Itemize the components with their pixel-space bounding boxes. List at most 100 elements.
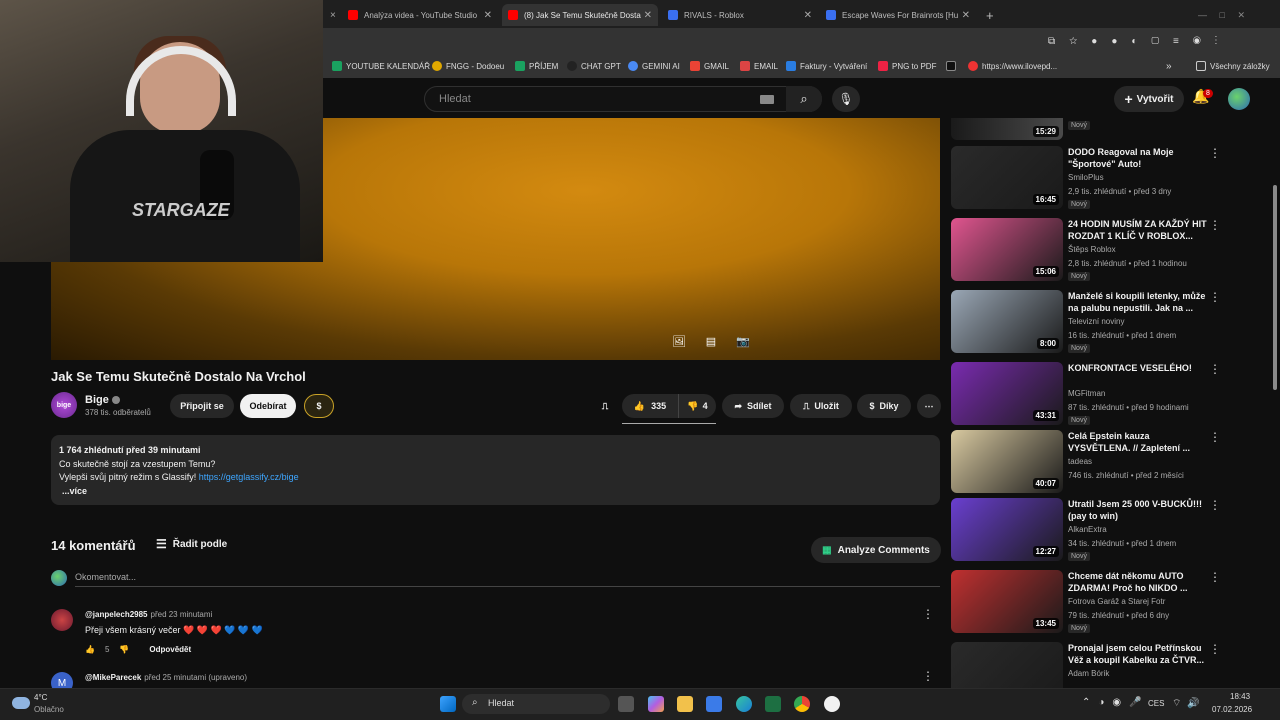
recommended-menu-icon[interactable]: ⋮ xyxy=(1209,362,1221,376)
recommended-menu-icon[interactable]: ⋮ xyxy=(1209,146,1221,160)
recommended-menu-icon[interactable]: ⋮ xyxy=(1209,570,1221,584)
bookmark-youtube-kalendar[interactable]: YOUTUBE KALENDÁŘ xyxy=(332,61,430,71)
recommended-thumbnail[interactable]: 13:45 xyxy=(951,570,1063,633)
recommended-title[interactable]: Manželé si koupili letenky, může na palu… xyxy=(1068,290,1208,314)
super-thanks-dollar-button[interactable]: $ xyxy=(304,394,334,418)
system-tray-icons[interactable]: ⌃◑◉🎤 xyxy=(1082,697,1150,708)
recommended-title[interactable]: Utratil Jsem 25 000 V-BUCKŮ!!! (pay to w… xyxy=(1068,498,1208,522)
task-view-icon[interactable] xyxy=(618,696,634,712)
search-button[interactable]: ⌕ xyxy=(786,86,822,112)
recommended-video[interactable]: 40:07 Celá Epstein kauza VYSVĚTLENA. // Z… xyxy=(951,430,1271,496)
channel-avatar[interactable]: bige xyxy=(51,392,77,418)
recommended-channel[interactable]: Štěps Roblox xyxy=(1068,245,1116,254)
tab-close-partial[interactable]: × xyxy=(324,4,336,26)
taskbar-search-input[interactable]: Hledat xyxy=(462,694,610,714)
join-button[interactable]: Připojit se xyxy=(170,394,234,418)
recommended-thumbnail[interactable]: 16:45 xyxy=(951,146,1063,209)
bookmark-icon[interactable]: ⎍ xyxy=(593,394,617,418)
recommended-thumbnail[interactable]: 43:31 xyxy=(951,362,1063,425)
weather-desc[interactable]: Oblačno xyxy=(34,705,64,714)
recommended-title[interactable]: Chceme dát někomu AUTO ZDARMA! Proč ho N… xyxy=(1068,570,1208,594)
thanks-button[interactable]: $ Díky xyxy=(857,394,911,418)
comment-menu-icon[interactable]: ⋮ xyxy=(922,669,934,683)
tab-roblox-rivals[interactable]: RIVALS - Roblox ✕ xyxy=(662,4,818,26)
recommended-video[interactable]: 13:45 Chceme dát někomu AUTO ZDARMA! Proč… xyxy=(951,570,1271,636)
recommended-menu-icon[interactable]: ⋮ xyxy=(1209,218,1221,232)
reply-button[interactable]: Odpovědět xyxy=(149,645,191,654)
show-more-link[interactable]: ...více xyxy=(62,485,932,499)
recommended-channel[interactable]: Televizní noviny xyxy=(1068,317,1124,326)
recommended-thumbnail[interactable]: 15:29 xyxy=(951,118,1063,140)
recommended-thumbnail[interactable]: 15:06 xyxy=(951,218,1063,281)
recommended-channel[interactable]: SmiloPlus xyxy=(1068,173,1104,182)
weather-cloud-icon[interactable] xyxy=(12,697,30,709)
description-box[interactable]: 1 764 zhlédnutí před 39 minutami Co skut… xyxy=(51,435,940,505)
recommended-video[interactable]: 8:00 Manželé si koupili letenky, může na … xyxy=(951,290,1271,356)
thumbs-down-icon[interactable]: 👎 xyxy=(119,645,129,654)
dislike-button[interactable]: 👎 4 xyxy=(678,394,716,418)
recommended-menu-icon[interactable]: ⋮ xyxy=(1209,642,1221,656)
bookmarks-overflow-icon[interactable]: » xyxy=(1166,61,1172,72)
bookmark-prijem[interactable]: PŘÍJEM xyxy=(515,61,558,71)
language-indicator[interactable]: CES xyxy=(1148,699,1164,708)
recommended-menu-icon[interactable]: ⋮ xyxy=(1209,498,1221,512)
transcript-icon[interactable]: ▤ xyxy=(702,333,720,349)
bookmark-png-to-pdf[interactable]: PNG to PDF xyxy=(878,61,936,71)
image-icon[interactable]: 🖼 xyxy=(670,333,688,349)
new-tab-button[interactable]: + xyxy=(980,4,1000,26)
comment-author[interactable]: @janpelech2985 před 23 minutami xyxy=(85,610,212,619)
recommended-menu-icon[interactable]: ⋮ xyxy=(1209,290,1221,304)
description-link[interactable]: https://getglassify.cz/bige xyxy=(199,472,299,482)
add-comment-input[interactable]: Okomentovat... xyxy=(75,572,940,587)
bookmark-chatgpt[interactable]: CHAT GPT xyxy=(567,61,621,71)
close-icon[interactable]: ✕ xyxy=(804,10,812,21)
bookmark-email[interactable]: EMAIL xyxy=(740,61,778,71)
recommended-title[interactable]: Celá Epstein kauza VYSVĚTLENA. // Zaplet… xyxy=(1068,430,1208,454)
subscribe-button[interactable]: Odebírat xyxy=(240,394,296,418)
weather-temp[interactable]: 4°C xyxy=(34,693,47,702)
bookmark-ilovepdf[interactable]: https://www.ilovepd... xyxy=(968,61,1057,71)
recommended-menu-icon[interactable]: ⋮ xyxy=(1209,430,1221,444)
windows-start-icon[interactable] xyxy=(440,696,456,712)
outlook-icon[interactable] xyxy=(706,696,722,712)
recommended-thumbnail[interactable]: 8:00 xyxy=(951,290,1063,353)
toolbar-extension-icons[interactable]: ⧉☆●●◐▢≡◉⋮ xyxy=(1048,36,1231,47)
close-icon[interactable]: ✕ xyxy=(644,10,652,21)
clock-time[interactable]: 18:43 xyxy=(1230,692,1250,701)
thumbs-up-icon[interactable]: 👍 xyxy=(85,645,95,654)
recommended-video[interactable]: 15:06 24 HODIN MUSÍM ZA KAŽDÝ HIT ROZDAT … xyxy=(951,218,1271,284)
account-avatar[interactable] xyxy=(1228,88,1250,110)
camera-icon[interactable]: 📷 xyxy=(734,333,752,349)
recommended-video[interactable]: 16:45 DODO Reagoval na Moje "Športové" Au… xyxy=(951,146,1271,212)
clock-date[interactable]: 07.02.2026 xyxy=(1212,705,1252,714)
app-g-icon[interactable] xyxy=(824,696,840,712)
bookmark-blank[interactable] xyxy=(946,61,960,71)
tab-roblox-escape[interactable]: Escape Waves For Brainrots [Hu ✕ xyxy=(820,4,976,26)
recommended-channel[interactable]: AlkanExtra xyxy=(1068,525,1107,534)
recommended-title[interactable]: DODO Reagoval na Moje "Športové" Auto! xyxy=(1068,146,1208,170)
more-actions-button[interactable]: ⋯ xyxy=(917,394,941,418)
comment-avatar[interactable] xyxy=(51,609,73,631)
excel-icon[interactable] xyxy=(765,696,781,712)
analyze-comments-button[interactable]: ▦ Analyze Comments xyxy=(811,537,941,563)
close-icon[interactable]: ✕ xyxy=(484,10,492,21)
copilot-icon[interactable] xyxy=(648,696,664,712)
save-button[interactable]: ⎍ Uložit xyxy=(790,394,852,418)
close-icon[interactable]: ✕ xyxy=(962,10,970,21)
recommended-channel[interactable]: Fotrova Garáž a Starej Fotr xyxy=(1068,597,1165,606)
network-volume-icons[interactable]: ⌔🔊 xyxy=(1172,697,1206,710)
channel-name[interactable]: Bige xyxy=(85,394,120,406)
recommended-title[interactable]: KONFRONTACE VESELÉHO! xyxy=(1068,362,1208,374)
recommended-title[interactable]: Pronajal jsem celou Petřínskou Věž a kou… xyxy=(1068,642,1208,666)
create-button[interactable]: + Vytvořit xyxy=(1114,86,1184,112)
chrome-icon[interactable] xyxy=(794,696,810,712)
comment-menu-icon[interactable]: ⋮ xyxy=(922,607,934,621)
edge-icon[interactable] xyxy=(736,696,752,712)
tab-youtube-studio[interactable]: Analýza videa - YouTube Studio ✕ xyxy=(342,4,498,26)
keyboard-icon[interactable] xyxy=(760,95,774,104)
recommended-thumbnail[interactable]: 40:07 xyxy=(951,430,1063,493)
bookmark-fngg[interactable]: FNGG - Dodoeu xyxy=(432,61,504,71)
tab-current-video[interactable]: (8) Jak Se Temu Skutečně Dosta ✕ xyxy=(502,4,658,26)
recommended-channel[interactable]: tadeas xyxy=(1068,457,1092,466)
recommended-video[interactable]: 43:31 KONFRONTACE VESELÉHO! MGFitman 87 tis… xyxy=(951,362,1271,428)
